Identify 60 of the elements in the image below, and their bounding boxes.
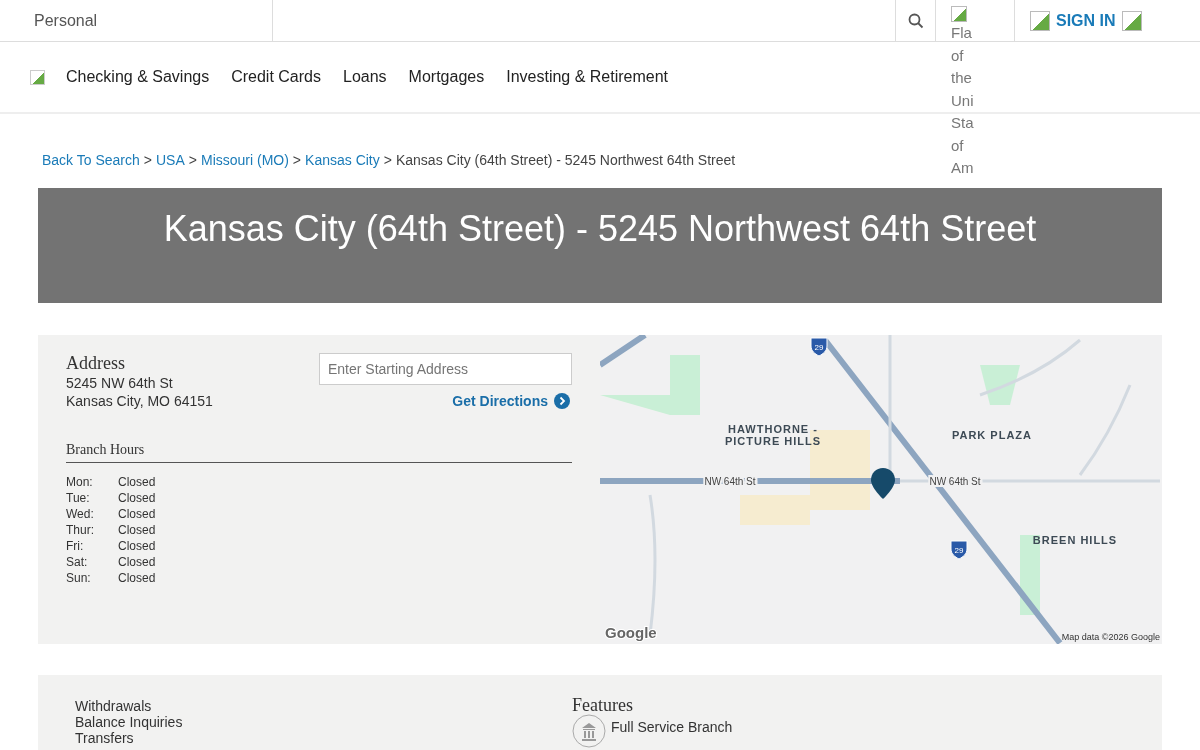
day-label: Wed: bbox=[66, 506, 95, 522]
sign-in-button[interactable]: SIGN IN bbox=[1054, 11, 1118, 30]
google-logo: Google bbox=[605, 624, 657, 641]
breadcrumb-separator: > bbox=[188, 152, 197, 170]
neighborhood-label: HAWTHORNE - bbox=[728, 423, 818, 435]
breadcrumb-link[interactable]: Kansas City bbox=[305, 152, 380, 170]
breadcrumb-link[interactable]: Missouri (MO) bbox=[200, 152, 289, 170]
breadcrumb-separator: > bbox=[143, 152, 152, 170]
breadcrumb-separator: > bbox=[292, 152, 302, 170]
page-title: Kansas City (64th Street) - 5245 Northwest 64th Street bbox=[163, 208, 1037, 251]
hours-value: Closed bbox=[118, 506, 156, 522]
nav-link[interactable]: Loans bbox=[343, 68, 387, 86]
flag-alt-text: Fla of the Uni Sta of Am bbox=[951, 23, 975, 178]
hours-value: Closed bbox=[118, 490, 156, 506]
street-label: NW 64th St bbox=[929, 476, 981, 487]
map-attribution: Map data ©2026 Google bbox=[1061, 632, 1160, 642]
broken-image-icon bbox=[1121, 10, 1142, 31]
address-line: Kansas City, MO 64151 bbox=[66, 392, 213, 410]
branch-hours-heading: Branch Hours bbox=[66, 442, 572, 463]
broken-image-icon bbox=[1030, 10, 1050, 31]
feature-label: Full Service Branch bbox=[611, 720, 733, 735]
map-pin-icon bbox=[871, 468, 895, 499]
neighborhood-label: PARK PLAZA bbox=[951, 429, 1033, 441]
neighborhood-label: BREEN HILLS bbox=[1032, 534, 1118, 546]
interstate-shield: 29 bbox=[810, 337, 828, 357]
day-label: Thur: bbox=[66, 522, 95, 538]
day-label: Tue: bbox=[66, 490, 91, 506]
interstate-shield: 29 bbox=[950, 540, 968, 560]
chevron-circle-icon bbox=[554, 393, 570, 409]
address-heading: Address bbox=[66, 353, 126, 374]
service-item: Balance Inquiries bbox=[75, 714, 184, 730]
bank-icon bbox=[572, 714, 606, 748]
broken-image-icon bbox=[951, 6, 967, 22]
nav-link[interactable]: Credit Cards bbox=[231, 68, 321, 86]
nav-link[interactable]: Checking & Savings bbox=[66, 68, 210, 86]
day-label: Mon: bbox=[66, 474, 94, 490]
breadcrumb-separator: > bbox=[383, 152, 392, 170]
day-label: Fri: bbox=[66, 538, 85, 554]
starting-address-field[interactable]: Enter Starting Address bbox=[319, 353, 572, 385]
nav-link[interactable]: Mortgages bbox=[408, 68, 485, 86]
service-item: Withdrawals bbox=[75, 698, 153, 714]
breadcrumb-current: Kansas City (64th Street) - 5245 Northwest 64th Street bbox=[395, 152, 736, 170]
personal-tab[interactable]: Personal bbox=[0, 0, 273, 41]
breadcrumb-link[interactable]: Back To Search bbox=[42, 152, 140, 170]
address-line: 5245 NW 64th St bbox=[66, 374, 174, 392]
neighborhood-label: PICTURE HILLS bbox=[724, 435, 822, 447]
features-heading: Features bbox=[572, 695, 634, 716]
day-label: Sat: bbox=[66, 554, 89, 570]
get-directions-link[interactable]: Get Directions bbox=[450, 393, 572, 409]
hours-value: Closed bbox=[118, 554, 156, 570]
hours-value: Closed bbox=[118, 570, 156, 586]
breadcrumb-link[interactable]: USA bbox=[156, 152, 185, 170]
hours-value: Closed bbox=[118, 538, 156, 554]
search-icon bbox=[907, 12, 924, 29]
service-item: Transfers bbox=[75, 730, 135, 746]
hours-value: Closed bbox=[118, 474, 156, 490]
broken-image-icon bbox=[30, 69, 45, 85]
hours-value: Closed bbox=[118, 522, 156, 538]
day-label: Sun: bbox=[66, 570, 92, 586]
nav-link[interactable]: Investing & Retirement bbox=[506, 68, 669, 86]
